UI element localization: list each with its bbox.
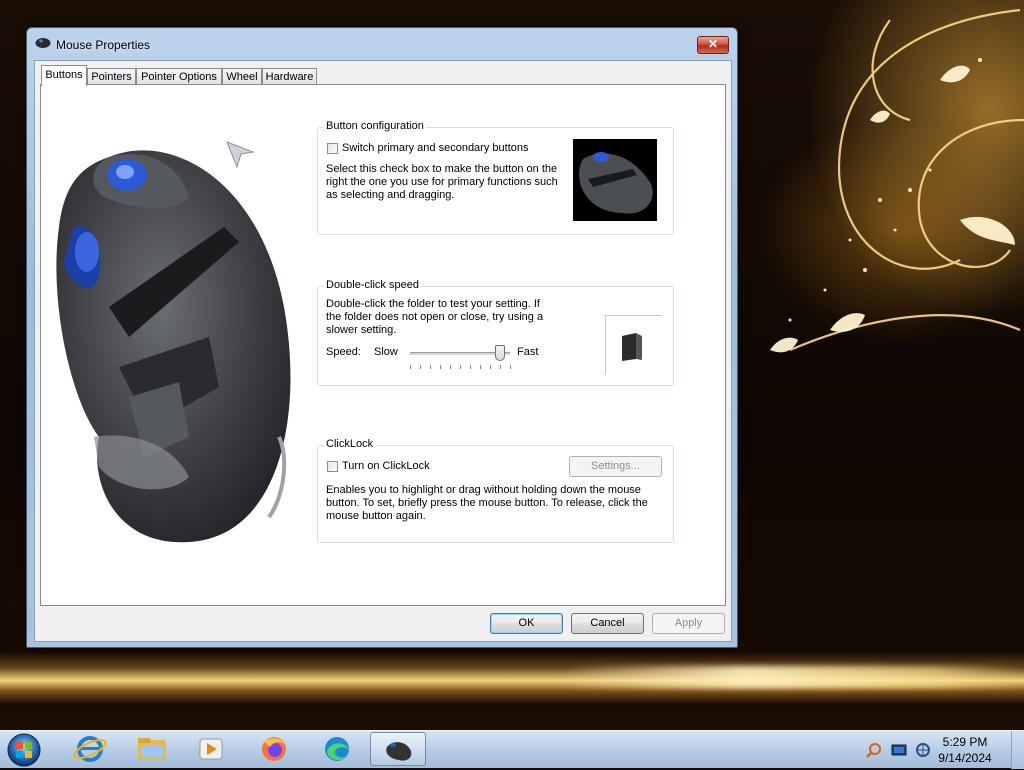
network-tray-icon[interactable] (915, 742, 931, 758)
cancel-button[interactable]: Cancel (571, 613, 644, 634)
mouse-preview-image (573, 139, 657, 221)
mouse-preview-icon (579, 152, 653, 214)
clicklock-description: Enables you to highlight or drag without… (326, 484, 648, 522)
clicklock-settings-button[interactable]: Settings... (569, 456, 662, 477)
slider-tick (490, 365, 491, 369)
slider-tick (420, 365, 421, 369)
dialog-client-area: Buttons Pointers Pointer Options Wheel H… (34, 60, 732, 642)
mouse-title-icon (35, 38, 51, 48)
slider-tick (450, 365, 451, 369)
wallpaper-light-streak (560, 666, 1024, 688)
slider-tick (410, 365, 411, 369)
taskbar-internet-explorer[interactable] (62, 732, 118, 766)
slider-tick (500, 365, 501, 369)
taskbar-mouse-properties[interactable] (370, 732, 426, 766)
switch-buttons-checkbox[interactable] (327, 143, 338, 154)
ok-button[interactable]: OK (490, 613, 563, 634)
clicklock-label[interactable]: Turn on ClickLock (342, 460, 430, 472)
double-click-speed-slider[interactable] (495, 345, 505, 361)
button-configuration-group: Button configuration Switch primary and … (317, 120, 674, 235)
close-icon: ✕ (707, 37, 719, 51)
start-button[interactable] (4, 732, 44, 768)
button-configuration-title: Button configuration (324, 120, 426, 132)
tab-hardware[interactable]: Hardware (262, 68, 317, 85)
taskbar-firefox[interactable] (246, 732, 302, 766)
firefox-icon (262, 737, 286, 761)
slider-tick (430, 365, 431, 369)
clock-time: 5:29 PM (942, 735, 988, 749)
file-explorer-icon (138, 738, 166, 760)
fast-label: Fast (517, 346, 539, 358)
mouse-illustration (56, 150, 291, 543)
slider-tick (480, 365, 481, 369)
taskbar-edge[interactable] (309, 732, 365, 766)
slow-label: Slow (374, 346, 398, 358)
taskbar-media-player[interactable] (183, 732, 239, 766)
pointer-arrow-icon (226, 141, 255, 169)
clicklock-title: ClickLock (324, 438, 376, 450)
double-click-speed-group: Double-click speed Double-click the fold… (317, 279, 674, 386)
edge-icon (325, 737, 349, 761)
tab-pointers[interactable]: Pointers (87, 68, 136, 85)
mouse-properties-window: Mouse Properties ✕ Buttons Pointers Poin… (26, 27, 738, 648)
search-tray-icon[interactable] (866, 742, 882, 758)
slider-tick (440, 365, 441, 369)
buttons-tab-panel: Button configuration Switch primary and … (40, 84, 726, 606)
double-click-speed-title: Double-click speed (324, 279, 421, 291)
display-tray-icon[interactable] (891, 742, 907, 758)
slider-tick (470, 365, 471, 369)
wallpaper-swirl-decoration (770, 8, 1024, 353)
clicklock-group: ClickLock Turn on ClickLock Settings... … (317, 438, 674, 543)
slider-tick (460, 365, 461, 369)
clock-date: 9/14/2024 (938, 751, 992, 765)
double-click-description: Double-click the folder to test your set… (326, 298, 544, 336)
button-configuration-description: Select this check box to make the button… (326, 163, 558, 201)
clicklock-checkbox[interactable] (327, 461, 338, 472)
system-clock[interactable]: 5:29 PM 9/14/2024 (930, 734, 1000, 766)
test-folder-icon[interactable] (620, 332, 644, 362)
media-player-icon (199, 738, 223, 760)
apply-button[interactable]: Apply (652, 613, 725, 634)
taskbar-file-explorer[interactable] (124, 732, 180, 766)
title-bar[interactable]: Mouse Properties ✕ (27, 28, 737, 60)
test-folder-area[interactable] (605, 315, 662, 374)
slider-tick (510, 365, 511, 369)
window-title: Mouse Properties (56, 38, 151, 52)
tab-pointer-options[interactable]: Pointer Options (136, 68, 222, 85)
show-desktop-button[interactable] (1011, 731, 1024, 769)
mouse-properties-icon (386, 742, 412, 761)
tab-wheel[interactable]: Wheel (222, 68, 262, 85)
switch-buttons-label[interactable]: Switch primary and secondary buttons (342, 142, 528, 154)
internet-explorer-icon (73, 736, 107, 762)
close-button[interactable]: ✕ (697, 36, 729, 54)
tab-buttons[interactable]: Buttons (41, 65, 87, 86)
speed-label: Speed: (326, 346, 361, 358)
taskbar: 5:29 PM 9/14/2024 (0, 730, 1024, 769)
